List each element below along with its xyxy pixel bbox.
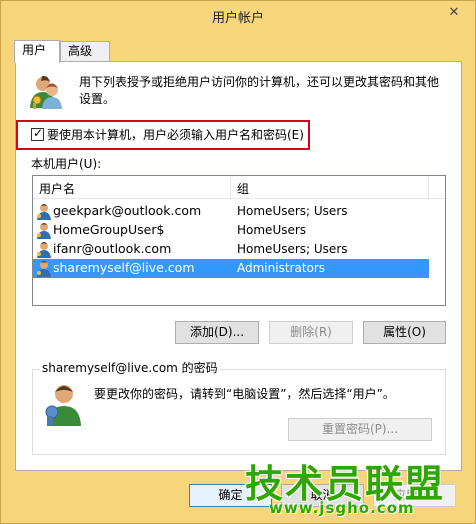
user-icon — [36, 222, 52, 239]
intro-text: 用下列表授予或拒绝用户访问你的计算机，还可以更改其密码和其他设置。 — [79, 75, 440, 106]
row-username: ifanr@outlook.com — [53, 241, 172, 256]
local-users-label: 本机用户(U): — [31, 157, 102, 171]
user-key-icon — [42, 382, 82, 426]
add-user-button[interactable]: 添加(D)... — [175, 321, 259, 344]
row-group: HomeUsers — [237, 223, 307, 237]
user-icon — [36, 260, 52, 277]
list-header: 用户名 组 — [33, 176, 445, 199]
users-panel: 用下列表授予或拒绝用户访问你的计算机，还可以更改其密码和其他设置。 ✓ 要使用本… — [15, 61, 462, 471]
require-login-checkbox[interactable]: ✓ — [31, 126, 44, 141]
window-title: 用户帐户 — [211, 11, 264, 26]
column-header-group[interactable]: 组 — [237, 180, 249, 197]
titlebar: 用户帐户 ✕ — [1, 1, 475, 31]
checkmark-icon: ✓ — [33, 126, 44, 140]
password-hint-text: 要更改你的密码，请转到“电脑设置”，然后选择“用户”。 — [94, 387, 395, 401]
cancel-button[interactable]: 取消 — [281, 484, 364, 507]
table-row[interactable]: HomeGroupUser$ HomeUsers — [33, 221, 429, 240]
tab-advanced[interactable]: 高级 — [60, 41, 110, 63]
remove-user-button[interactable]: 删除(R) — [269, 321, 353, 344]
require-login-label[interactable]: 要使用本计算机，用户必须输入用户名和密码(E) — [47, 126, 304, 143]
row-username: sharemyself@live.com — [53, 260, 195, 275]
user-accounts-window: 用户帐户 ✕ 用户 高级 用下列表授予或拒绝用户访问你的计算机，还可以更改其密码… — [0, 0, 476, 524]
table-row-selected[interactable]: sharemyself@live.com Administrators — [33, 259, 429, 278]
column-divider[interactable] — [230, 176, 231, 198]
ok-button[interactable]: 确定 — [189, 484, 272, 507]
user-icon — [36, 241, 52, 258]
user-icon — [36, 203, 52, 220]
column-divider[interactable] — [428, 176, 429, 198]
row-group: HomeUsers; Users — [237, 242, 348, 256]
close-button[interactable]: ✕ — [441, 3, 467, 23]
table-row[interactable]: ifanr@outlook.com HomeUsers; Users — [33, 240, 429, 259]
properties-button[interactable]: 属性(O) — [363, 321, 446, 344]
table-row[interactable]: geekpark@outlook.com HomeUsers; Users — [33, 202, 429, 221]
row-username: geekpark@outlook.com — [53, 203, 202, 218]
users-list[interactable]: 用户名 组 geekpark@outlook.com HomeUsers; Us… — [32, 175, 446, 306]
reset-password-button[interactable]: 重置密码(P)... — [288, 418, 432, 441]
apply-button[interactable]: 应用(A) — [373, 484, 456, 507]
row-username: HomeGroupUser$ — [53, 222, 165, 237]
users-icon — [29, 74, 63, 110]
tab-users[interactable]: 用户 — [14, 40, 60, 63]
password-group-title: sharemyself@live.com 的密码 — [40, 359, 220, 376]
column-header-username[interactable]: 用户名 — [39, 180, 75, 197]
row-group: Administrators — [237, 261, 326, 275]
row-group: HomeUsers; Users — [237, 204, 348, 218]
password-group — [32, 369, 446, 455]
close-icon: ✕ — [448, 5, 460, 20]
